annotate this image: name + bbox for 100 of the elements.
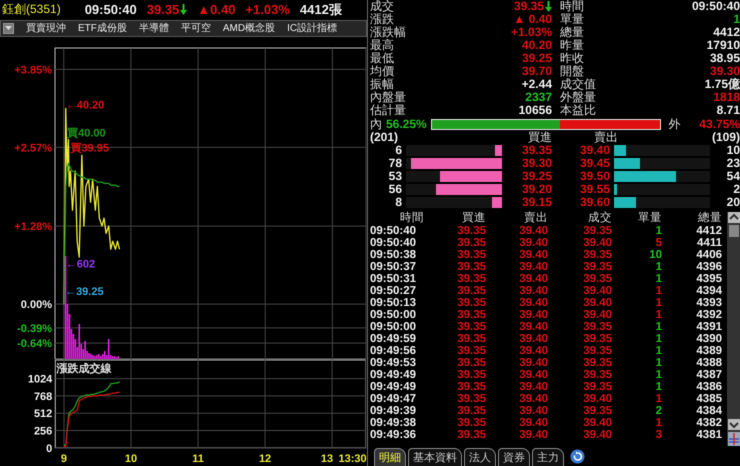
price-change: ▲0.40 xyxy=(197,2,236,18)
table-cell-text: 39.35 xyxy=(582,405,612,417)
quote-value: 09:50:40 xyxy=(692,0,740,13)
table-cell-text: 39.35 xyxy=(456,429,486,441)
quote-label: 外盤量 xyxy=(560,91,596,104)
axis-tick-label: 512 xyxy=(34,408,52,420)
table-cell-text: 4386 xyxy=(695,381,722,393)
table-cell-text: 39.35 xyxy=(582,345,612,357)
table-cell-text: 39.40 xyxy=(518,225,548,237)
scroll-up-icon[interactable] xyxy=(728,212,740,223)
bid-quantity: 6 xyxy=(395,144,402,157)
table-cell-text: 39.35 xyxy=(582,321,612,333)
tab[interactable]: 主力 xyxy=(532,448,564,466)
axis-tick-label: -0.39% xyxy=(17,322,52,335)
tab[interactable]: 明細 xyxy=(374,448,406,466)
tab[interactable]: 法人 xyxy=(464,448,496,466)
bid-price: 39.15 xyxy=(520,196,552,209)
table-cell-text: 39.40 xyxy=(582,429,612,441)
table-cell-text: 39.40 xyxy=(518,345,548,357)
table-cell-text: 39.40 xyxy=(518,393,548,405)
inner-label: 內 xyxy=(370,116,382,132)
table-cell-text: 09:50:37 xyxy=(370,261,418,273)
table-cell-text: 4411 xyxy=(696,237,722,249)
bid-quantity: 8 xyxy=(394,196,402,209)
change-percent: +1.03% xyxy=(245,2,290,18)
bid-price: 39.35 xyxy=(520,144,552,157)
table-cell-text: 1 xyxy=(654,333,662,345)
table-cell-text: 39.35 xyxy=(582,357,612,369)
column-header: 買進 xyxy=(527,131,552,144)
ask-price: 39.40 xyxy=(578,144,610,157)
quote-value: 39.70 xyxy=(522,65,552,78)
chart-line xyxy=(64,381,120,446)
quote-label: 開盤 xyxy=(560,65,584,78)
quote-value: +1.03% xyxy=(510,26,552,39)
table-cell-text: 09:49:36 xyxy=(370,429,418,441)
quote-label: 振幅 xyxy=(370,78,394,91)
quote-value: 39.35 xyxy=(514,0,544,13)
table-cell-text: 39.35 xyxy=(456,393,486,405)
table-cell-text: 39.35 xyxy=(582,381,612,393)
quote-label: 均價 xyxy=(370,65,394,78)
last-price: 39.35 xyxy=(146,2,180,18)
toolbar-item[interactable]: IC設計指標 xyxy=(287,21,338,36)
toolbar-item[interactable]: ETF成份股 xyxy=(78,21,127,36)
ask-quantity: 20 xyxy=(726,196,740,209)
toolbar-item[interactable]: AMD概念股 xyxy=(222,21,276,36)
table-cell-text: 39.35 xyxy=(456,345,486,357)
quote-label: 單量 xyxy=(560,13,584,26)
tab[interactable]: 基本資料 xyxy=(408,448,462,466)
table-cell-text: 39.40 xyxy=(518,333,548,345)
table-cell-text: 1 xyxy=(654,273,662,285)
table-cell-text: 39.40 xyxy=(518,369,548,381)
axis-tick-label: +3.85% xyxy=(14,64,52,76)
table-cell-text: 09:50:00 xyxy=(370,321,418,333)
ask-quantity: 23 xyxy=(726,157,740,170)
column-header: 時間 xyxy=(399,212,424,225)
axis-tick-label: +2.57% xyxy=(14,142,52,154)
chart-annotation: ←40.20 xyxy=(66,99,104,112)
split-icon[interactable] xyxy=(728,432,740,446)
table-cell-text: 39.40 xyxy=(582,285,612,297)
axis-tick-label: 768 xyxy=(34,391,52,404)
axis-tick-label: 13 xyxy=(320,453,334,465)
table-cell-text: 09:50:38 xyxy=(370,249,418,261)
tab[interactable]: 資券 xyxy=(498,448,530,466)
table-cell-text: 4384 xyxy=(695,405,722,417)
ask-quantity: 2 xyxy=(732,183,740,196)
table-cell-text: 1 xyxy=(654,357,662,369)
ask-price: 39.50 xyxy=(578,170,610,183)
table-cell-text: 39.35 xyxy=(456,225,486,237)
toolbar-item[interactable]: 平可空 xyxy=(180,21,211,36)
table-cell-text: 39.40 xyxy=(518,261,548,273)
toolbar-item[interactable]: 買賣現沖 xyxy=(26,21,66,36)
scroll-down-icon[interactable] xyxy=(728,419,740,430)
ask-price: 39.60 xyxy=(578,196,610,209)
bid-price: 39.25 xyxy=(520,170,552,183)
dropdown-icon[interactable] xyxy=(3,22,14,34)
quote-label: 最高 xyxy=(370,39,394,52)
column-header: 賣出 xyxy=(593,131,618,144)
quote-value: 10656 xyxy=(518,104,552,117)
chart-annotation: ←602 xyxy=(66,258,96,270)
bid-quantity: 56 xyxy=(388,183,402,196)
toolbar-item[interactable]: 半導體 xyxy=(138,21,169,36)
table-cell-text: 1 xyxy=(654,369,662,381)
quote-value: 39.30 xyxy=(710,65,740,78)
scrollbar-thumb[interactable] xyxy=(728,225,738,237)
table-cell-text: 1 xyxy=(654,225,662,237)
table-cell-text: 09:49:49 xyxy=(370,381,418,393)
table-cell-text: 4396 xyxy=(695,261,722,273)
column-header: 總量 xyxy=(697,212,722,225)
table-cell-text: 4388 xyxy=(695,357,722,369)
table-cell-text: 1 xyxy=(654,381,662,393)
quote-label: 成交值 xyxy=(560,78,596,91)
table-cell-text: 10 xyxy=(648,249,662,261)
table-cell-text: 09:50:40 xyxy=(370,237,418,249)
column-header: 成交 xyxy=(587,212,612,225)
quote-label: 總量 xyxy=(560,26,584,39)
table-cell-text: 4387 xyxy=(695,369,722,381)
refresh-icon[interactable] xyxy=(570,449,585,464)
table-cell-text: 39.35 xyxy=(456,417,486,429)
quote-value: 8.71 xyxy=(716,104,740,117)
chart-line xyxy=(64,392,120,448)
